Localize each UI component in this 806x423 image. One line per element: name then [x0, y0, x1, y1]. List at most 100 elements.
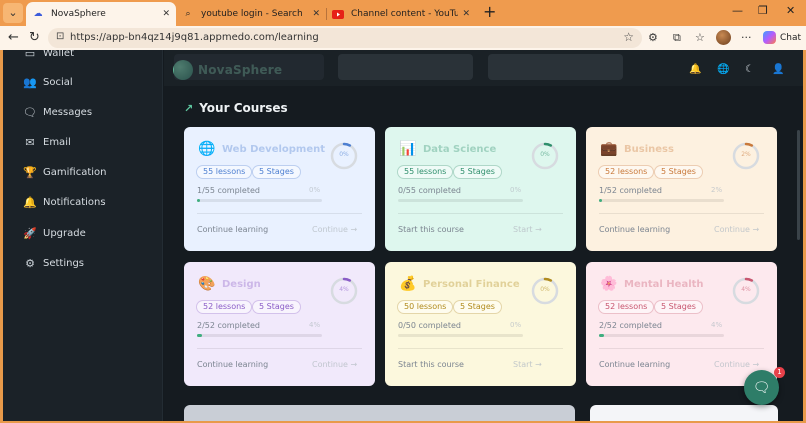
profile-avatar[interactable]	[716, 30, 731, 45]
card-action-label[interactable]: Continue learning	[197, 360, 268, 369]
window-close-icon[interactable]: ✕	[786, 4, 795, 17]
message-icon: 🗨	[23, 105, 37, 119]
header-placeholder-block	[488, 54, 623, 80]
section-title-text: Your Courses	[199, 101, 288, 115]
card-cta-link[interactable]: Start →	[513, 225, 542, 234]
back-icon[interactable]: ←	[8, 29, 19, 47]
close-icon[interactable]: ✕	[462, 9, 470, 19]
lessons-badge: 50 lessons	[397, 300, 454, 314]
progress-ring-percent: 4%	[741, 286, 751, 293]
minimize-icon[interactable]: —	[732, 4, 743, 17]
sidebar-item-email[interactable]: ✉ Email	[23, 133, 70, 151]
sidebar-item-label: Wallet	[43, 50, 75, 59]
sidebar-item-settings[interactable]: ⚙ Settings	[23, 254, 84, 272]
course-title: Data Science	[423, 144, 497, 155]
language-globe-icon[interactable]: 🌐	[717, 64, 729, 75]
card-cta-link[interactable]: Continue →	[312, 225, 357, 234]
course-title: Web Development	[222, 144, 326, 155]
course-card[interactable]: 🌸 Mental Health 4% 52 lessons 5 Stages 2/52 c…	[586, 262, 777, 386]
completed-count: 2/52 completed	[197, 321, 260, 330]
site-info-icon[interactable]: ⊡	[56, 31, 64, 42]
new-tab-button[interactable]: +	[483, 4, 496, 20]
stages-badge: 5 Stages	[453, 165, 502, 179]
tab-actions-menu-button[interactable]: ⌄	[3, 3, 23, 23]
progress-ring-percent: 0%	[540, 286, 550, 293]
sidebar-item-label: Upgrade	[43, 227, 86, 239]
tab-youtube-studio[interactable]: Channel content - YouTube Studio ✕	[326, 2, 476, 26]
sidebar-item-label: Social	[43, 76, 73, 88]
sidebar-item-social[interactable]: 👥 Social	[23, 73, 73, 91]
more-options-icon[interactable]: ···	[741, 31, 752, 44]
card-cta-link[interactable]: Continue →	[714, 225, 759, 234]
close-icon[interactable]: ✕	[162, 9, 170, 19]
course-card[interactable]: 💼 Business 2% 52 lessons 5 Stages 1/52 comple…	[586, 127, 777, 251]
completed-percent: 0%	[510, 186, 522, 194]
sidebar-item-wallet[interactable]: ▭ Wallet	[23, 50, 74, 62]
progress-bar	[197, 334, 322, 337]
progress-bar	[398, 199, 523, 202]
course-title: Personal Finance	[423, 279, 520, 290]
close-icon[interactable]: ✕	[312, 9, 320, 19]
sidebar-item-upgrade[interactable]: 🚀 Upgrade	[23, 224, 86, 242]
palette-icon: 🎨	[198, 276, 216, 292]
card-action-label[interactable]: Start this course	[398, 225, 464, 234]
card-cta-label: Continue	[312, 225, 348, 234]
card-cta-link[interactable]: Start →	[513, 360, 542, 369]
copilot-label: Chat	[780, 32, 802, 43]
progress-ring: 4%	[329, 276, 359, 306]
notifications-bell-icon[interactable]: 🔔	[689, 64, 701, 75]
lessons-badge: 52 lessons	[598, 165, 655, 179]
course-card[interactable]: 🌐 Web Development 0% 55 lessons 5 Stages 1/55…	[184, 127, 375, 251]
card-divider	[599, 348, 764, 349]
course-card[interactable]: 📊 Data Science 0% 55 lessons 5 Stages 0/55 co…	[385, 127, 576, 251]
card-action-label[interactable]: Continue learning	[197, 225, 268, 234]
card-divider	[197, 213, 362, 214]
sidebar-item-gamification[interactable]: 🏆 Gamification	[23, 163, 106, 181]
progress-ring: 0%	[530, 141, 560, 171]
sidebar-item-label: Messages	[43, 106, 93, 118]
tab-youtube-login-search[interactable]: ⌕ youtube login - Search ✕	[176, 2, 326, 26]
card-action-label[interactable]: Continue learning	[599, 225, 670, 234]
progress-bar-fill	[197, 199, 200, 202]
sidebar-item-messages[interactable]: 🗨 Messages	[23, 103, 92, 121]
course-card[interactable]: 💰 Personal Finance 0% 50 lessons 5 Stages 0/5…	[385, 262, 576, 386]
bottom-card-partial	[184, 405, 575, 421]
progress-bar	[398, 334, 523, 337]
progress-ring: 0%	[329, 141, 359, 171]
extensions-icon[interactable]: ⚙	[648, 31, 658, 44]
theme-moon-icon[interactable]: ☾	[745, 64, 754, 75]
app-name-overlay: NovaSphere	[198, 63, 283, 77]
restore-icon[interactable]: ❐	[758, 4, 768, 17]
card-cta-label: Start	[513, 360, 533, 369]
briefcase-icon: 💼	[600, 141, 618, 157]
flower-icon: 🌸	[600, 276, 618, 292]
completed-count: 0/50 completed	[398, 321, 461, 330]
favorites-icon[interactable]: ☆	[695, 31, 705, 44]
card-cta-link[interactable]: Continue →	[312, 360, 357, 369]
card-action-label[interactable]: Continue learning	[599, 360, 670, 369]
split-screen-icon[interactable]: ⧉	[673, 31, 681, 45]
page-scrollbar[interactable]	[797, 130, 800, 240]
sidebar-item-notifications[interactable]: 🔔 Notifications	[23, 193, 105, 211]
progress-ring-percent: 2%	[741, 151, 751, 158]
trending-up-icon: ↗	[184, 101, 194, 115]
favorite-star-icon[interactable]: ☆	[623, 30, 634, 44]
progress-ring: 2%	[731, 141, 761, 171]
completed-count: 2/52 completed	[599, 321, 662, 330]
card-cta-link[interactable]: Continue →	[714, 360, 759, 369]
arrow-right-icon: →	[535, 360, 542, 369]
stages-badge: 5 Stages	[654, 165, 703, 179]
course-title: Mental Health	[624, 279, 704, 290]
nova-favicon: ☁	[33, 9, 43, 19]
course-card[interactable]: 🎨 Design 4% 52 lessons 5 Stages 2/52 complete…	[184, 262, 375, 386]
tab-novasphere[interactable]: ☁ NovaSphere ✕	[26, 2, 176, 26]
reload-icon[interactable]: ↻	[29, 29, 40, 47]
card-action-label[interactable]: Start this course	[398, 360, 464, 369]
user-profile-icon[interactable]: 👤	[772, 64, 784, 75]
url-field[interactable]: ⊡ https://app-bn4qz14j9q81.appmedo.com/l…	[48, 28, 642, 48]
globe-icon: 🌐	[198, 141, 216, 157]
progress-bar-fill	[599, 199, 602, 202]
url-text: https://app-bn4qz14j9q81.appmedo.com/lea…	[70, 32, 319, 43]
rocket-icon: 🚀	[23, 226, 37, 240]
copilot-chat-button[interactable]: Chat	[763, 31, 801, 44]
